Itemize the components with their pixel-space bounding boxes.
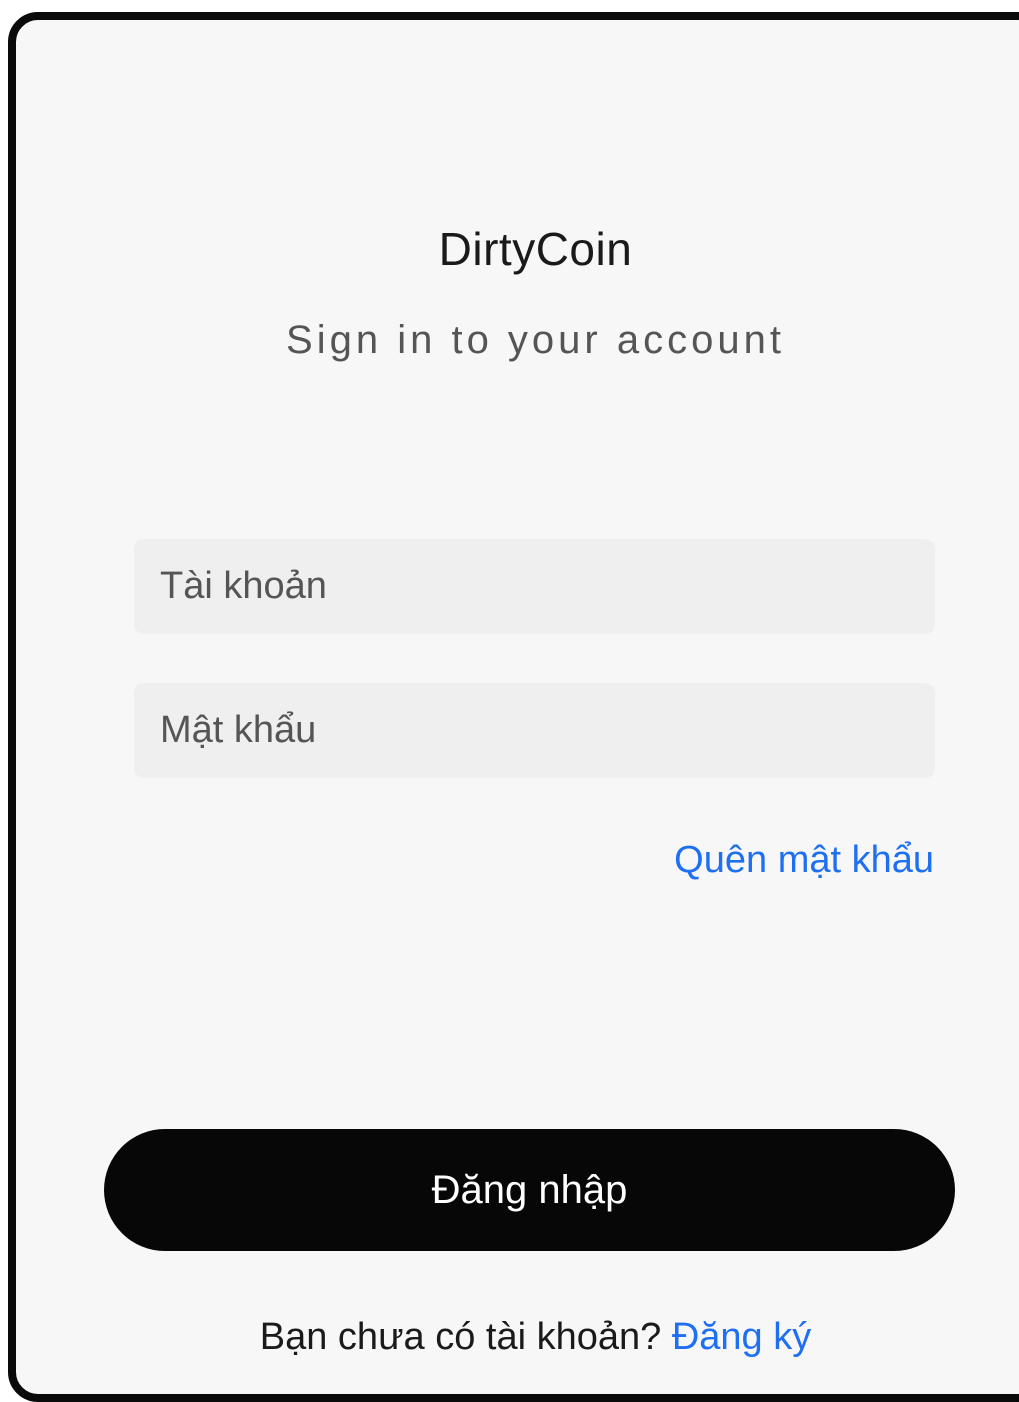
username-field[interactable] (134, 539, 935, 634)
signup-prompt-row: Bạn chưa có tài khoản? Đăng ký (16, 1315, 1019, 1359)
login-card: DirtyCoin Sign in to your account Quên m… (8, 12, 1019, 1402)
brand-name: DirtyCoin (438, 223, 633, 275)
signup-prompt-text: Bạn chưa có tài khoản? (259, 1316, 662, 1358)
forgot-password-link[interactable]: Quên mật khẩu (674, 838, 934, 882)
password-field[interactable] (134, 683, 935, 778)
login-button[interactable]: Đăng nhập (104, 1129, 955, 1251)
signup-link[interactable]: Đăng ký (672, 1316, 811, 1358)
page-subtitle: Sign in to your account (286, 318, 785, 362)
